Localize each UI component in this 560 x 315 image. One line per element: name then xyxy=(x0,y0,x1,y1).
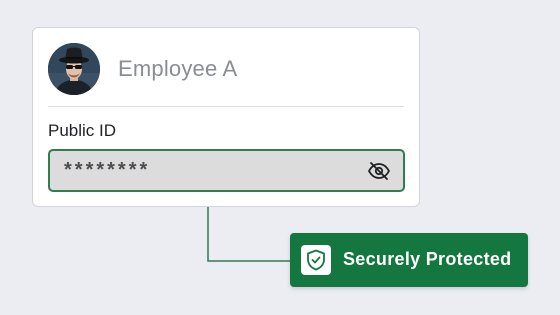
employee-card: Employee A Public ID ******** xyxy=(32,27,420,207)
field-label: Public ID xyxy=(48,121,117,140)
shield-check-icon xyxy=(301,245,331,275)
avatar xyxy=(48,43,100,95)
security-badge: Securely Protected xyxy=(290,233,528,287)
badge-label: Securely Protected xyxy=(343,249,512,269)
divider xyxy=(48,106,404,107)
eye-off-icon[interactable] xyxy=(367,159,391,183)
masked-value: ******** xyxy=(64,159,151,181)
public-id-field[interactable]: ******** xyxy=(48,149,405,192)
employee-name: Employee A xyxy=(118,56,238,81)
